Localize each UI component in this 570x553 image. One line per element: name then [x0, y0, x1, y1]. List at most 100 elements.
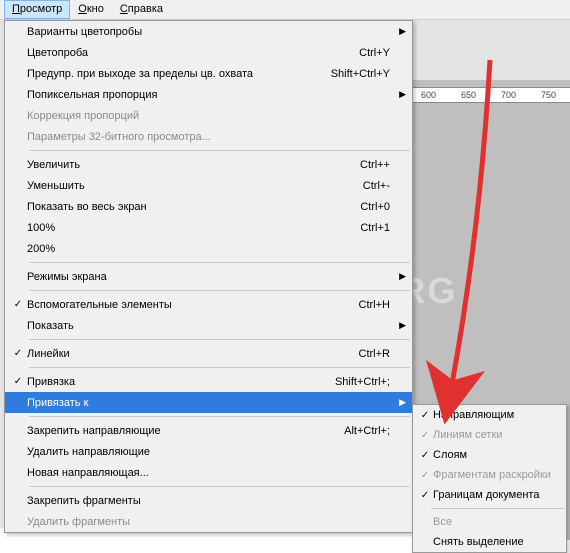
ruler-horizontal: 600 650 700 750 800	[413, 87, 570, 103]
label: Цветопроба	[27, 47, 359, 59]
menu-window[interactable]: Окно Окно	[70, 0, 112, 19]
label: Снять выделение	[433, 536, 560, 548]
sub-deselect[interactable]: Снять выделение	[413, 532, 566, 552]
shortcut: Ctrl+0	[360, 201, 396, 213]
shortcut: Alt+Ctrl+;	[344, 425, 396, 437]
item-show[interactable]: Показать ▶	[5, 315, 412, 336]
item-new-guide[interactable]: Новая направляющая...	[5, 462, 412, 483]
label: Показать	[27, 320, 390, 332]
label: Параметры 32-битного просмотра...	[27, 131, 390, 143]
label: Удалить фрагменты	[27, 516, 390, 528]
check-icon: ✓	[417, 470, 433, 481]
label: Уменьшить	[27, 180, 363, 192]
check-icon: ✓	[417, 410, 433, 421]
item-extras[interactable]: ✓ Вспомогательные элементы Ctrl+H	[5, 294, 412, 315]
submenu-arrow-icon: ▶	[396, 271, 406, 282]
separator	[29, 150, 410, 151]
item-32bit-preview: Параметры 32-битного просмотра...	[5, 126, 412, 147]
sub-layers[interactable]: ✓ Слоям	[413, 445, 566, 465]
item-200pct[interactable]: 200%	[5, 238, 412, 259]
label: Направляющим	[433, 409, 560, 421]
submenu-arrow-icon: ▶	[396, 320, 406, 331]
label: Все	[433, 516, 560, 528]
shortcut: Ctrl+-	[363, 180, 396, 192]
label: Режимы экрана	[27, 271, 390, 283]
label: Предупр. при выходе за пределы цв. охват…	[27, 68, 331, 80]
separator	[29, 416, 410, 417]
item-100pct[interactable]: 100% Ctrl+1	[5, 217, 412, 238]
label: Слоям	[433, 449, 560, 461]
item-gamut-warning[interactable]: Предупр. при выходе за пределы цв. охват…	[5, 63, 412, 84]
submenu-arrow-icon: ▶	[396, 26, 406, 37]
label: Фрагментам раскройки	[433, 469, 560, 481]
label: Границам документа	[433, 489, 560, 501]
label: Линиям сетки	[433, 429, 560, 441]
item-pixel-aspect[interactable]: Попиксельная пропорция ▶	[5, 84, 412, 105]
item-snap[interactable]: ✓ Привязка Shift+Ctrl+;	[5, 371, 412, 392]
menu-view-label: ППросмотрросмотр	[12, 3, 62, 15]
label: Варианты цветопробы	[27, 26, 390, 38]
check-icon: ✓	[9, 348, 27, 359]
item-zoom-in[interactable]: Увеличить Ctrl++	[5, 154, 412, 175]
shortcut: Ctrl+1	[360, 222, 396, 234]
label: Вспомогательные элементы	[27, 299, 359, 311]
item-lock-slices[interactable]: Закрепить фрагменты	[5, 490, 412, 511]
label: Новая направляющая...	[27, 467, 390, 479]
snap-to-submenu: ✓ Направляющим ✓ Линиям сетки ✓ Слоям ✓ …	[412, 404, 567, 553]
label: Коррекция пропорций	[27, 110, 390, 122]
submenu-arrow-icon: ▶	[396, 397, 406, 408]
label: Закрепить фрагменты	[27, 495, 390, 507]
label: Линейки	[27, 348, 359, 360]
check-icon: ✓	[417, 430, 433, 441]
label: Привязать к	[27, 397, 390, 409]
item-screen-mode[interactable]: Режимы экрана ▶	[5, 266, 412, 287]
item-snap-to[interactable]: Привязать к ▶	[5, 392, 412, 413]
menubar: ППросмотрросмотр Окно Окно Справка Справ…	[0, 0, 570, 20]
ruler-tick: 750	[541, 90, 556, 100]
label: Увеличить	[27, 159, 360, 171]
separator	[29, 339, 410, 340]
item-proof-colors[interactable]: Цветопроба Ctrl+Y	[5, 42, 412, 63]
menu-window-label: Окно	[78, 3, 104, 15]
menu-help-label: Справка	[120, 3, 163, 15]
shortcut: Ctrl++	[360, 159, 396, 171]
label: Привязка	[27, 376, 335, 388]
shortcut: Shift+Ctrl+;	[335, 376, 396, 388]
label: 100%	[27, 222, 360, 234]
item-fit-screen[interactable]: Показать во весь экран Ctrl+0	[5, 196, 412, 217]
label: Удалить направляющие	[27, 446, 390, 458]
item-clear-guides[interactable]: Удалить направляющие	[5, 441, 412, 462]
separator	[29, 367, 410, 368]
separator	[431, 508, 564, 509]
label: Показать во весь экран	[27, 201, 360, 213]
separator	[29, 262, 410, 263]
item-zoom-out[interactable]: Уменьшить Ctrl+-	[5, 175, 412, 196]
item-clear-slices: Удалить фрагменты	[5, 511, 412, 532]
shortcut: Ctrl+H	[359, 299, 396, 311]
ruler-tick: 600	[421, 90, 436, 100]
check-icon: ✓	[9, 376, 27, 387]
sub-doc-bounds[interactable]: ✓ Границам документа	[413, 485, 566, 505]
menu-help[interactable]: Справка Справка	[112, 0, 171, 19]
item-proof-setup[interactable]: Варианты цветопробы ▶	[5, 21, 412, 42]
sub-guides[interactable]: ✓ Направляющим	[413, 405, 566, 425]
shortcut: Ctrl+Y	[359, 47, 396, 59]
sub-all: Все	[413, 512, 566, 532]
sub-slices: ✓ Фрагментам раскройки	[413, 465, 566, 485]
ruler-tick: 650	[461, 90, 476, 100]
separator	[29, 290, 410, 291]
check-icon: ✓	[417, 490, 433, 501]
separator	[29, 486, 410, 487]
menu-view[interactable]: ППросмотрросмотр	[4, 0, 70, 19]
submenu-arrow-icon: ▶	[396, 89, 406, 100]
check-icon: ✓	[9, 299, 27, 310]
ruler-tick: 700	[501, 90, 516, 100]
label: Попиксельная пропорция	[27, 89, 390, 101]
item-aspect-correction: Коррекция пропорций	[5, 105, 412, 126]
shortcut: Shift+Ctrl+Y	[331, 68, 396, 80]
sub-grid: ✓ Линиям сетки	[413, 425, 566, 445]
check-icon: ✓	[417, 450, 433, 461]
item-rulers[interactable]: ✓ Линейки Ctrl+R	[5, 343, 412, 364]
shortcut: Ctrl+R	[359, 348, 396, 360]
item-lock-guides[interactable]: Закрепить направляющие Alt+Ctrl+;	[5, 420, 412, 441]
